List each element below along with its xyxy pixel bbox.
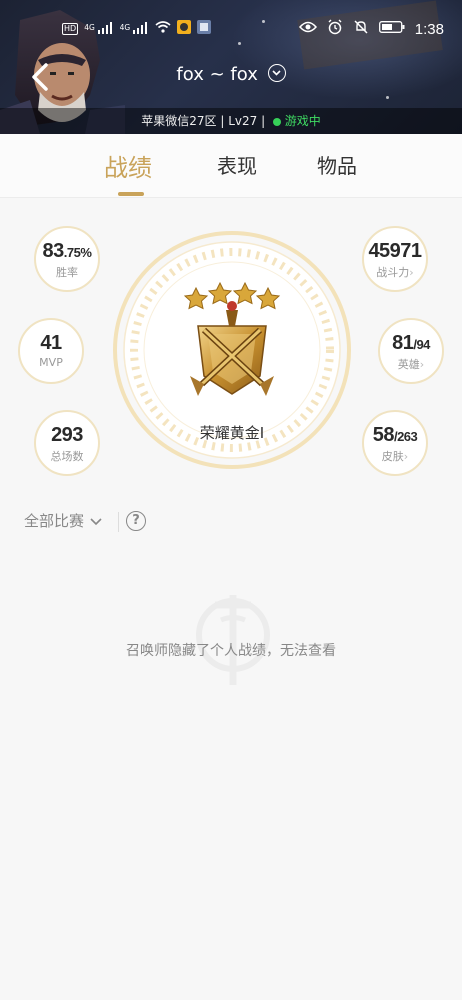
stat-heroes[interactable]: 81/94 英雄› [378, 318, 444, 384]
online-status-dot [272, 117, 281, 126]
skins-total: /263 [393, 429, 418, 444]
app-notification-icon [197, 20, 212, 38]
stat-total-games: 293 总场数 [34, 410, 100, 476]
win-rate-int: 83 [42, 240, 65, 262]
power-value: 45971 [368, 240, 422, 262]
stat-power[interactable]: 45971 战斗力› [362, 226, 428, 292]
heroes-owned: 81 [392, 332, 414, 354]
win-rate-decimal: .75% [63, 245, 92, 260]
heroes-total: /94 [413, 337, 430, 352]
match-filter-label: 全部比赛 [24, 512, 85, 530]
separator: | [261, 114, 269, 128]
skins-value-wrap: 58/263 [364, 424, 426, 447]
rank-star-icon [207, 281, 233, 305]
chevron-right-icon: › [403, 450, 409, 463]
tab-record[interactable]: 战绩 [104, 148, 152, 183]
skins-label-wrap: 皮肤› [364, 448, 426, 464]
heroes-label: 英雄 [397, 358, 420, 371]
player-name: fox ~ fox [176, 64, 258, 85]
signal-icon: 4G [84, 21, 113, 37]
skins-owned: 58 [372, 424, 395, 446]
mvp-value: 41 [40, 332, 62, 354]
status-bar: HD 4G 4G 1:38 [0, 0, 462, 56]
clock-time: 1:38 [414, 20, 444, 38]
profile-header: HD 4G 4G 1:38 fox ~ fox 苹果微信27区 | Lv27 |… [0, 0, 462, 134]
hd-icon: HD [62, 23, 79, 35]
chevron-right-icon: › [409, 266, 414, 279]
win-rate-label: 胜率 [56, 266, 78, 279]
mvp-label: MVP [39, 356, 63, 369]
chevron-right-icon: › [419, 358, 425, 371]
rank-emblem-panel[interactable]: 荣耀黄金I [112, 226, 352, 474]
network-label: 4G [119, 22, 131, 32]
rank-stars [183, 281, 281, 310]
match-filter-dropdown[interactable]: 全部比赛 [24, 510, 104, 531]
tab-items[interactable]: 物品 [317, 150, 357, 179]
player-level: Lv27 [228, 114, 258, 128]
network-label: 4G [84, 22, 95, 32]
online-status-text: 游戏中 [284, 114, 321, 128]
help-icon[interactable]: ? [126, 511, 146, 531]
rank-name: 荣耀黄金I [199, 424, 265, 442]
sparkle [386, 96, 389, 99]
battery-icon [378, 21, 405, 37]
tab-performance[interactable]: 表现 [217, 150, 257, 179]
eye-icon [298, 21, 317, 37]
power-label-wrap: 战斗力› [364, 264, 426, 280]
heroes-label-wrap: 英雄› [380, 356, 442, 372]
chevron-down-icon [267, 64, 286, 82]
separator: | [220, 114, 229, 128]
player-info-bar: 苹果微信27区 | Lv27 | 游戏中 [0, 108, 462, 134]
skins-label: 皮肤 [381, 450, 404, 463]
stat-win-rate: 83.75% 胜率 [34, 226, 100, 292]
tab-bar: 战绩 表现 物品 [0, 134, 462, 198]
filter-divider [118, 512, 119, 532]
status-right-icons: 1:38 [298, 19, 444, 39]
active-tab-indicator [118, 192, 144, 196]
player-name-dropdown[interactable]: fox ~ fox [0, 64, 462, 85]
alarm-icon [327, 19, 343, 39]
empty-state-watermark-icon [196, 595, 270, 685]
mute-icon [353, 19, 369, 39]
rank-star-icon [183, 286, 209, 310]
hidden-record-message: 召唤师隐藏了个人战绩，无法查看 [126, 643, 336, 659]
power-label: 战斗力 [376, 266, 410, 279]
signal-icon: 4G [119, 21, 149, 37]
total-games-value: 293 [51, 424, 83, 446]
app-notification-icon [177, 20, 192, 38]
stat-mvp: 41 MVP [18, 318, 84, 384]
chevron-down-icon [90, 517, 102, 525]
rank-star-icon [232, 281, 258, 305]
rank-star-icon [255, 286, 281, 310]
heroes-value-wrap: 81/94 [380, 332, 442, 355]
stat-skins[interactable]: 58/263 皮肤› [362, 410, 428, 476]
total-games-label: 总场数 [50, 450, 84, 463]
status-left-icons: HD 4G 4G [62, 20, 212, 38]
wifi-icon [155, 21, 171, 37]
win-rate-value: 83.75% [36, 240, 98, 263]
server-name: 苹果微信27区 [141, 114, 217, 128]
